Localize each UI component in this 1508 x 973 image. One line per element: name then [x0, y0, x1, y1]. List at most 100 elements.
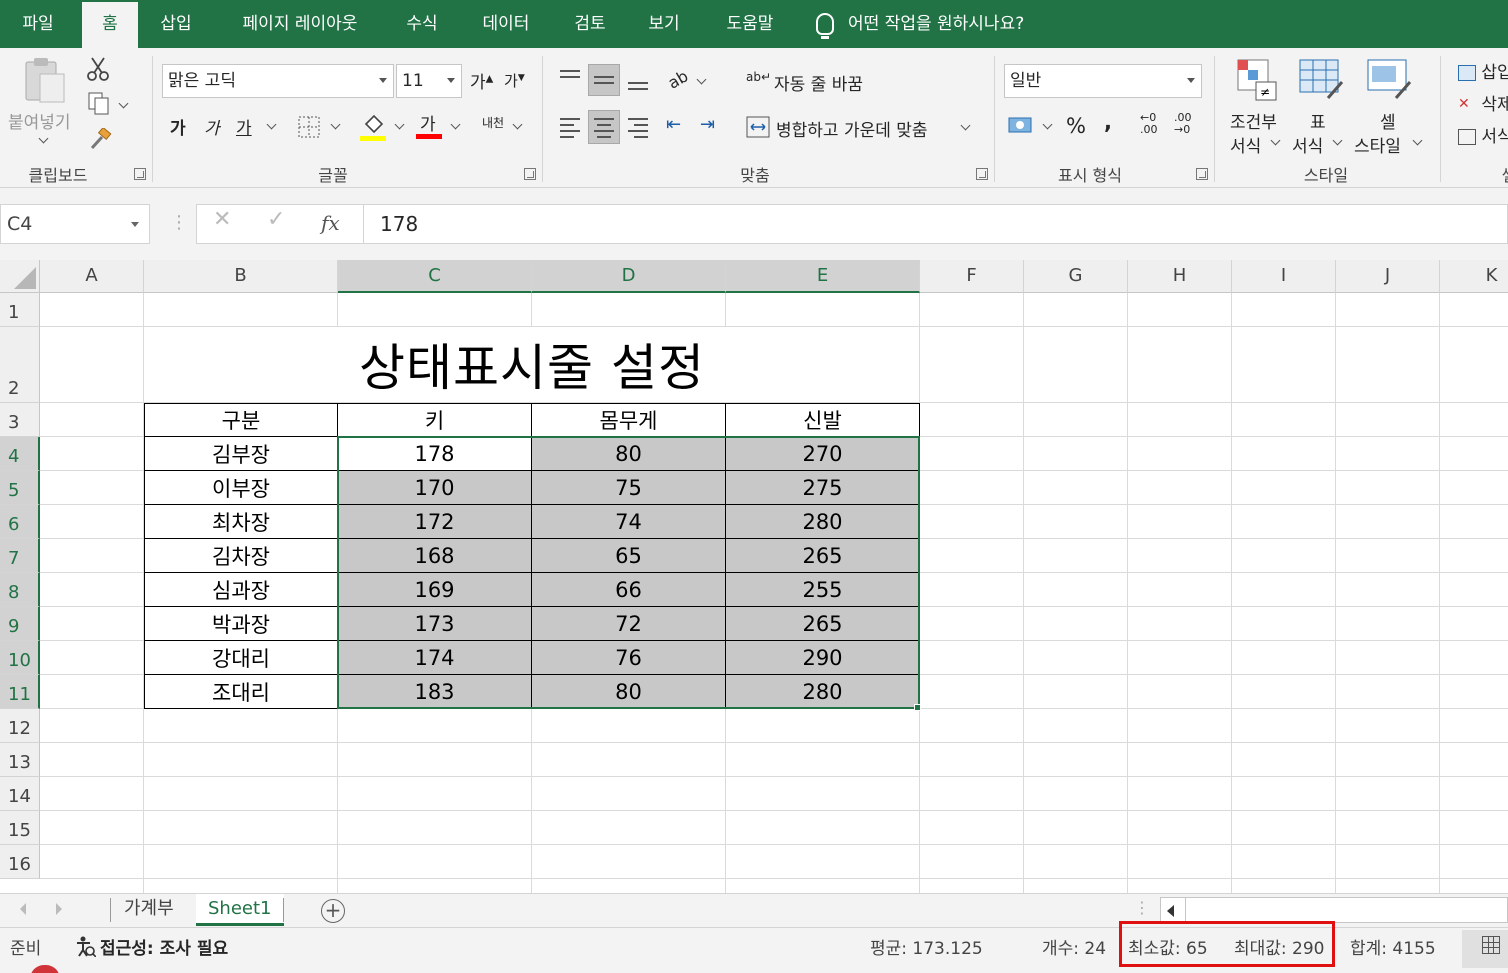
active-cell[interactable]: 178 — [338, 437, 532, 471]
underline-button[interactable]: 가 — [236, 114, 252, 139]
font-launcher-icon[interactable] — [524, 168, 536, 180]
table-header-cell[interactable]: 구분 — [144, 403, 338, 437]
row-header-7[interactable]: 7 — [0, 539, 40, 573]
accessibility-icon[interactable] — [74, 935, 96, 957]
table-cell[interactable]: 66 — [532, 573, 726, 607]
row-header-11[interactable]: 11 — [0, 675, 40, 709]
conditional-formatting-label[interactable]: 조건부 — [1230, 108, 1277, 133]
table-cell[interactable]: 270 — [726, 437, 920, 471]
conditional-dropdown-icon[interactable] — [1270, 135, 1281, 146]
chevron-down-icon[interactable] — [131, 222, 139, 227]
font-color-dropdown-icon[interactable] — [450, 119, 461, 130]
comma-style-button[interactable]: , — [1104, 110, 1112, 134]
orientation-dropdown-icon[interactable] — [696, 74, 707, 85]
cancel-icon[interactable]: ✕ — [213, 207, 231, 232]
table-header-cell[interactable]: 키 — [338, 403, 532, 437]
column-header-g[interactable]: G — [1024, 260, 1128, 293]
decrease-indent-icon[interactable]: ⇤ — [666, 114, 681, 135]
merge-dropdown-icon[interactable] — [960, 120, 971, 131]
format-as-table-label[interactable]: 표 — [1310, 108, 1326, 133]
row-header-10[interactable]: 10 — [0, 641, 40, 675]
column-header-c[interactable]: C — [338, 260, 532, 293]
cell-styles-label[interactable]: 셀 — [1380, 108, 1396, 133]
accessibility-status[interactable]: 접근성: 조사 필요 — [100, 934, 228, 959]
clipboard-launcher-icon[interactable] — [134, 168, 146, 180]
status-sum[interactable]: 합계: 4155 — [1350, 934, 1436, 959]
format-as-table-icon[interactable] — [1298, 58, 1344, 102]
row-header-14[interactable]: 14 — [0, 777, 40, 811]
align-left-icon[interactable] — [560, 118, 580, 142]
fill-color-dropdown-icon[interactable] — [394, 119, 405, 130]
orientation-icon[interactable]: ab — [665, 66, 692, 92]
row-header-8[interactable]: 8 — [0, 573, 40, 607]
tab-formulas[interactable]: 수식 — [394, 0, 450, 48]
table-cell[interactable]: 76 — [532, 641, 726, 675]
merge-center-icon[interactable] — [746, 116, 770, 138]
paste-icon[interactable] — [20, 56, 70, 106]
status-count[interactable]: 개수: 24 — [1042, 934, 1106, 959]
font-color-button[interactable]: 가 — [420, 110, 436, 135]
tab-file[interactable]: 파일 — [8, 0, 68, 48]
accounting-format-icon[interactable] — [1008, 114, 1034, 136]
fill-color-icon[interactable] — [360, 112, 388, 142]
bold-button[interactable]: 가 — [170, 114, 186, 139]
scroll-grip-icon[interactable]: ⋮ — [1134, 898, 1150, 917]
table-dropdown-icon[interactable] — [1332, 135, 1343, 146]
copy-icon[interactable] — [88, 92, 110, 116]
cut-icon[interactable] — [86, 56, 110, 82]
formula-input[interactable]: 178 — [364, 204, 1508, 244]
formula-bar-grip-icon[interactable]: ⋮ — [170, 212, 188, 233]
number-launcher-icon[interactable] — [1196, 168, 1208, 180]
paste-dropdown-icon[interactable] — [38, 133, 49, 144]
table-cell[interactable]: 72 — [532, 607, 726, 641]
phonetic-button[interactable]: 내천 — [482, 114, 504, 131]
row-header-2[interactable]: 2 — [0, 327, 40, 403]
format-cells-button[interactable]: 서식 — [1458, 122, 1508, 147]
column-header-k[interactable]: K — [1440, 260, 1508, 293]
table-row-label[interactable]: 심과장 — [144, 573, 338, 607]
cell-styles-icon[interactable] — [1366, 58, 1412, 102]
table-row-label[interactable]: 최차장 — [144, 505, 338, 539]
row-header-16[interactable]: 16 — [0, 845, 40, 879]
shrink-font-button[interactable]: 가▼ — [504, 70, 525, 91]
table-cell[interactable]: 280 — [726, 505, 920, 539]
border-dropdown-icon[interactable] — [330, 119, 341, 130]
enter-icon[interactable]: ✓ — [267, 207, 285, 232]
italic-button[interactable]: 가 — [204, 114, 220, 139]
scroll-left-icon[interactable] — [1167, 905, 1174, 917]
conditional-formatting-icon[interactable]: ≠ — [1236, 58, 1280, 102]
insert-function-icon[interactable]: fx — [321, 211, 340, 235]
copy-dropdown-icon[interactable] — [118, 98, 129, 109]
horizontal-scrollbar[interactable] — [1160, 897, 1508, 923]
normal-view-icon[interactable] — [1482, 936, 1500, 954]
number-format-select[interactable]: 일반 — [1004, 64, 1202, 98]
table-cell[interactable]: 174 — [338, 641, 532, 675]
table-cell[interactable]: 170 — [338, 471, 532, 505]
increase-indent-icon[interactable]: ⇥ — [700, 114, 715, 135]
next-sheet-icon[interactable] — [56, 903, 62, 915]
cell-styles-dropdown-icon[interactable] — [1412, 135, 1423, 146]
font-name-select[interactable]: 맑은 고딕 — [162, 64, 394, 98]
table-cell[interactable]: 172 — [338, 505, 532, 539]
wrap-text-button[interactable]: 자동 줄 바꿈 — [774, 70, 863, 95]
format-as-table-label-2[interactable]: 서식 — [1292, 132, 1323, 157]
name-box[interactable]: C4 — [0, 204, 150, 244]
tab-help[interactable]: 도움말 — [712, 0, 788, 48]
align-top-icon[interactable] — [560, 70, 580, 82]
table-row-label[interactable]: 강대리 — [144, 641, 338, 675]
row-header-5[interactable]: 5 — [0, 471, 40, 505]
insert-cells-button[interactable]: 삽입 — [1458, 58, 1508, 83]
table-cell[interactable]: 75 — [532, 471, 726, 505]
table-row-label[interactable]: 김차장 — [144, 539, 338, 573]
table-cell[interactable]: 74 — [532, 505, 726, 539]
table-cell[interactable]: 265 — [726, 607, 920, 641]
table-cell[interactable]: 80 — [532, 437, 726, 471]
table-cell[interactable]: 275 — [726, 471, 920, 505]
decrease-decimal-button[interactable]: .00 →0 — [1174, 112, 1204, 136]
percent-style-button[interactable]: % — [1066, 114, 1086, 138]
table-row-label[interactable]: 박과장 — [144, 607, 338, 641]
tab-review[interactable]: 검토 — [560, 0, 620, 48]
tab-view[interactable]: 보기 — [636, 0, 692, 48]
tab-insert[interactable]: 삽입 — [148, 0, 204, 48]
sheet-tab-household[interactable]: 가계부 — [112, 894, 186, 926]
